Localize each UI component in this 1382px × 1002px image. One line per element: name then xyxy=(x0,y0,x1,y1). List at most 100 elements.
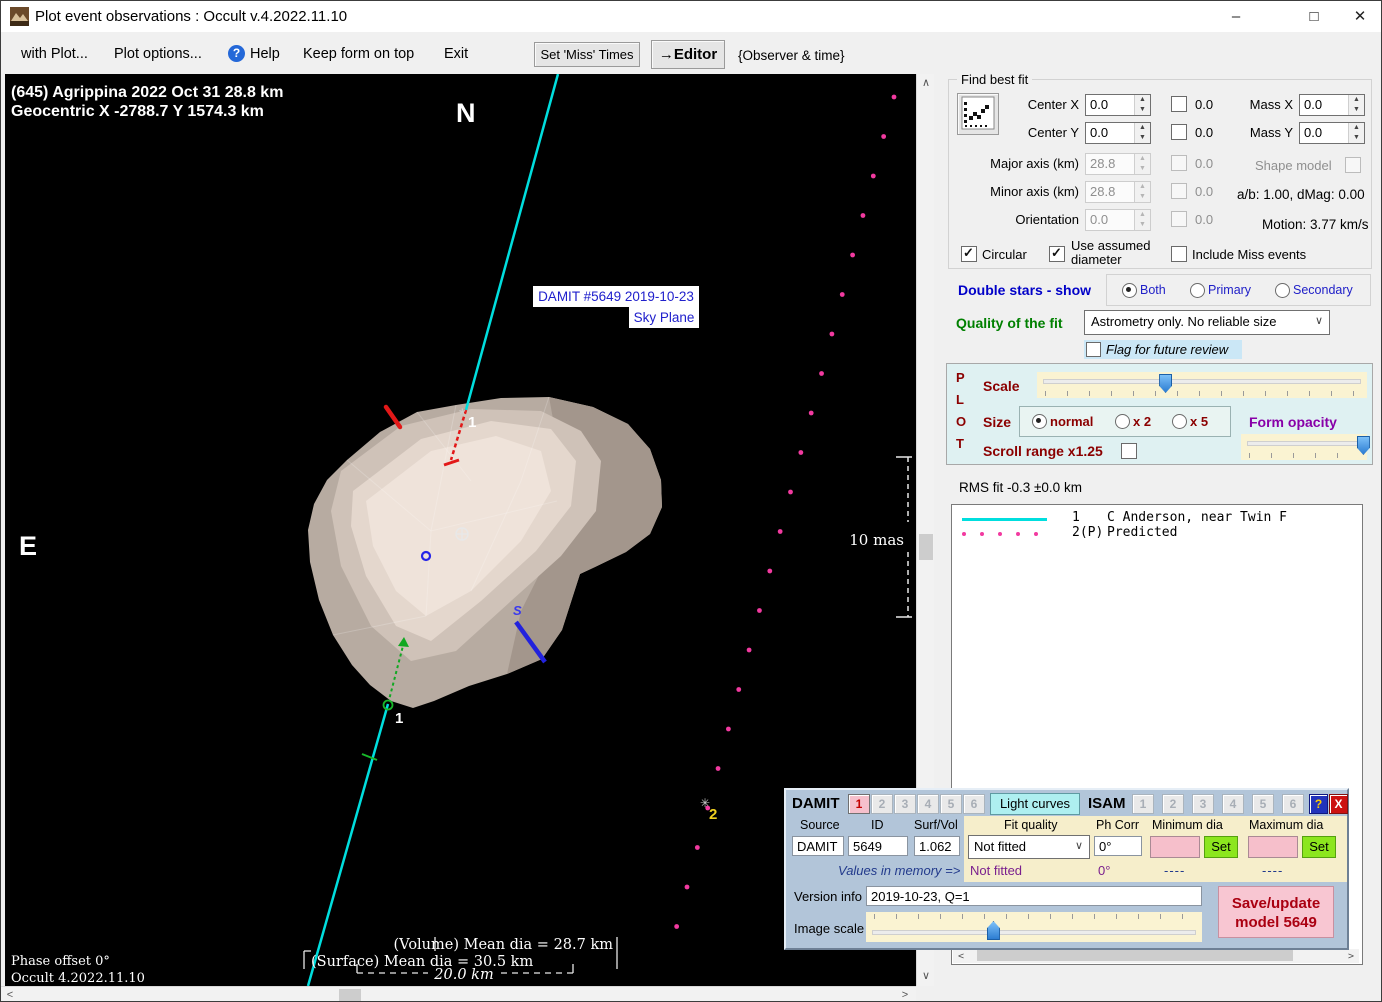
damit-model-3-button[interactable]: 3 xyxy=(894,794,916,814)
slider-ticks xyxy=(1045,391,1359,396)
chord2-dot xyxy=(684,884,690,890)
mass-x-label: Mass X xyxy=(1249,97,1293,112)
help-icon[interactable]: ? xyxy=(228,45,245,62)
spin-down-icon[interactable]: ▼ xyxy=(1135,133,1150,143)
quality-of-fit-select[interactable]: Astrometry only. No reliable size ∨ xyxy=(1084,310,1330,335)
save-update-model-button[interactable]: Save/update model 5649 xyxy=(1218,886,1334,938)
id-value[interactable]: 5649 xyxy=(848,836,908,856)
isam-model-5-button[interactable]: 5 xyxy=(1252,794,1274,814)
hscroll-thumb[interactable] xyxy=(339,989,361,1001)
menu-plot-options[interactable]: Plot options... xyxy=(114,46,202,62)
damit-model-2-button[interactable]: 2 xyxy=(871,794,893,814)
isam-model-4-button[interactable]: 4 xyxy=(1222,794,1244,814)
orientation-aux: 0.0 xyxy=(1195,212,1214,227)
scale-label: Scale xyxy=(983,378,1020,394)
double-stars-secondary-radio[interactable] xyxy=(1275,283,1290,298)
center-x-spinner[interactable]: 0.0 ▲ ▼ xyxy=(1085,94,1151,116)
form-opacity-slider[interactable] xyxy=(1241,434,1370,460)
fit-plot-icon-button[interactable] xyxy=(957,93,999,135)
use-assumed-diameter-checkbox[interactable] xyxy=(1049,245,1065,262)
damit-close-button[interactable]: X xyxy=(1329,794,1348,814)
version-info-input[interactable]: 2019-10-23, Q=1 xyxy=(866,886,1202,906)
spin-down-icon[interactable]: ▼ xyxy=(1349,133,1364,143)
include-miss-events-checkbox[interactable] xyxy=(1171,246,1187,262)
damit-model-6-button[interactable]: 6 xyxy=(963,794,985,814)
size-x2-label: x 2 xyxy=(1133,414,1152,429)
fit-quality-select[interactable]: Not fitted ∨ xyxy=(968,835,1090,859)
surfvol-value: 1.062 xyxy=(914,836,960,856)
menu-exit[interactable]: Exit xyxy=(444,46,468,62)
ph-corr-value[interactable]: 0° xyxy=(1094,836,1142,856)
chord2-dot xyxy=(870,173,876,179)
use-assumed-diameter-label: Use assumed diameter xyxy=(1071,238,1151,267)
spin-down-icon[interactable]: ▼ xyxy=(1349,105,1364,115)
plot-title-line2: Geocentric X -2788.7 Y 1574.3 km xyxy=(11,103,264,120)
spin-up-icon[interactable]: ▲ xyxy=(1349,95,1364,105)
isam-model-3-button[interactable]: 3 xyxy=(1192,794,1214,814)
scroll-left-icon[interactable]: < xyxy=(955,949,967,964)
spin-down-icon[interactable]: ▼ xyxy=(1135,105,1150,115)
double-stars-both-radio[interactable] xyxy=(1122,283,1137,298)
center-y-spinner[interactable]: 0.0 ▲ ▼ xyxy=(1085,122,1151,144)
scroll-right-icon[interactable]: > xyxy=(898,988,912,1001)
spin-up-icon[interactable]: ▲ xyxy=(1349,123,1364,133)
menu-with-plot[interactable]: with Plot... xyxy=(21,46,88,62)
mass-x-spinner[interactable]: 0.0 ▲ ▼ xyxy=(1299,94,1365,116)
min-dia-field[interactable] xyxy=(1150,836,1200,858)
image-scale-slider[interactable] xyxy=(866,912,1202,942)
list-hscrollbar[interactable]: < > xyxy=(953,949,1359,963)
size-x2-radio[interactable] xyxy=(1115,414,1130,429)
max-dia-set-button[interactable]: Set xyxy=(1302,836,1336,858)
set-miss-times-button[interactable]: Set 'Miss' Times xyxy=(534,42,640,67)
circular-checkbox[interactable] xyxy=(961,245,977,262)
minimize-button[interactable]: – xyxy=(1213,1,1259,32)
center-y-aux: 0.0 xyxy=(1195,125,1214,140)
slider-ticks xyxy=(1249,453,1359,458)
spin-up-icon[interactable]: ▲ xyxy=(1135,95,1150,105)
close-button[interactable]: ✕ xyxy=(1337,1,1381,32)
light-curves-button[interactable]: Light curves xyxy=(990,793,1080,815)
spin-down-icon: ▼ xyxy=(1135,220,1150,230)
plot-title-line1: (645) Agrippina 2022 Oct 31 28.8 km xyxy=(11,84,283,101)
isam-model-2-button[interactable]: 2 xyxy=(1162,794,1184,814)
damit-model-5-button[interactable]: 5 xyxy=(940,794,962,814)
chevron-down-icon: ∨ xyxy=(1074,840,1083,852)
size-x5-radio[interactable] xyxy=(1172,414,1187,429)
phase-offset-label: Phase offset 0° xyxy=(11,954,110,969)
scale-slider[interactable] xyxy=(1037,372,1367,398)
scatter-chart-icon xyxy=(961,96,995,130)
ph-corr-header: Ph Corr xyxy=(1096,818,1140,832)
isam-model-6-button[interactable]: 6 xyxy=(1282,794,1304,814)
isam-model-1-button[interactable]: 1 xyxy=(1132,794,1154,814)
vscroll-thumb[interactable] xyxy=(919,534,933,560)
center-y-fit-checkbox[interactable] xyxy=(1171,124,1187,140)
sky-plane-plot[interactable]: S * 1 1 ✳ 2 (645) Agrippina 2022 Oct 31 … xyxy=(5,73,916,987)
damit-title: DAMIT xyxy=(792,795,840,812)
maximize-button[interactable]: □ xyxy=(1291,1,1337,32)
damit-model-4-button[interactable]: 4 xyxy=(917,794,939,814)
scroll-up-icon[interactable]: ∧ xyxy=(917,76,935,91)
damit-model-1-button[interactable]: 1 xyxy=(848,794,870,814)
mass-y-spinner[interactable]: 0.0 ▲ ▼ xyxy=(1299,122,1365,144)
double-stars-primary-radio[interactable] xyxy=(1190,283,1205,298)
scroll-right-icon[interactable]: > xyxy=(1345,949,1357,964)
min-dia-set-button[interactable]: Set xyxy=(1204,836,1238,858)
plot-hscrollbar[interactable]: < > xyxy=(1,986,916,1001)
size-normal-radio[interactable] xyxy=(1032,414,1047,429)
chord2-dot xyxy=(715,766,721,771)
list-hscroll-thumb[interactable] xyxy=(977,950,1293,961)
scroll-left-icon[interactable]: < xyxy=(3,988,17,1001)
center-x-fit-checkbox[interactable] xyxy=(1171,96,1187,112)
max-dia-field[interactable] xyxy=(1248,836,1298,858)
flag-review-checkbox[interactable] xyxy=(1086,342,1101,357)
spin-up-icon: ▲ xyxy=(1135,154,1150,164)
editor-button[interactable]: →Editor xyxy=(651,40,725,69)
spin-up-icon[interactable]: ▲ xyxy=(1135,123,1150,133)
menu-keep-on-top[interactable]: Keep form on top xyxy=(303,46,414,62)
scroll-down-icon[interactable]: ∨ xyxy=(917,969,935,984)
scroll-range-checkbox[interactable] xyxy=(1121,443,1137,459)
damit-help-button[interactable]: ? xyxy=(1309,794,1328,814)
app-icon xyxy=(10,7,29,26)
slider-thumb[interactable] xyxy=(986,921,1000,940)
menu-help[interactable]: Help xyxy=(250,46,280,62)
